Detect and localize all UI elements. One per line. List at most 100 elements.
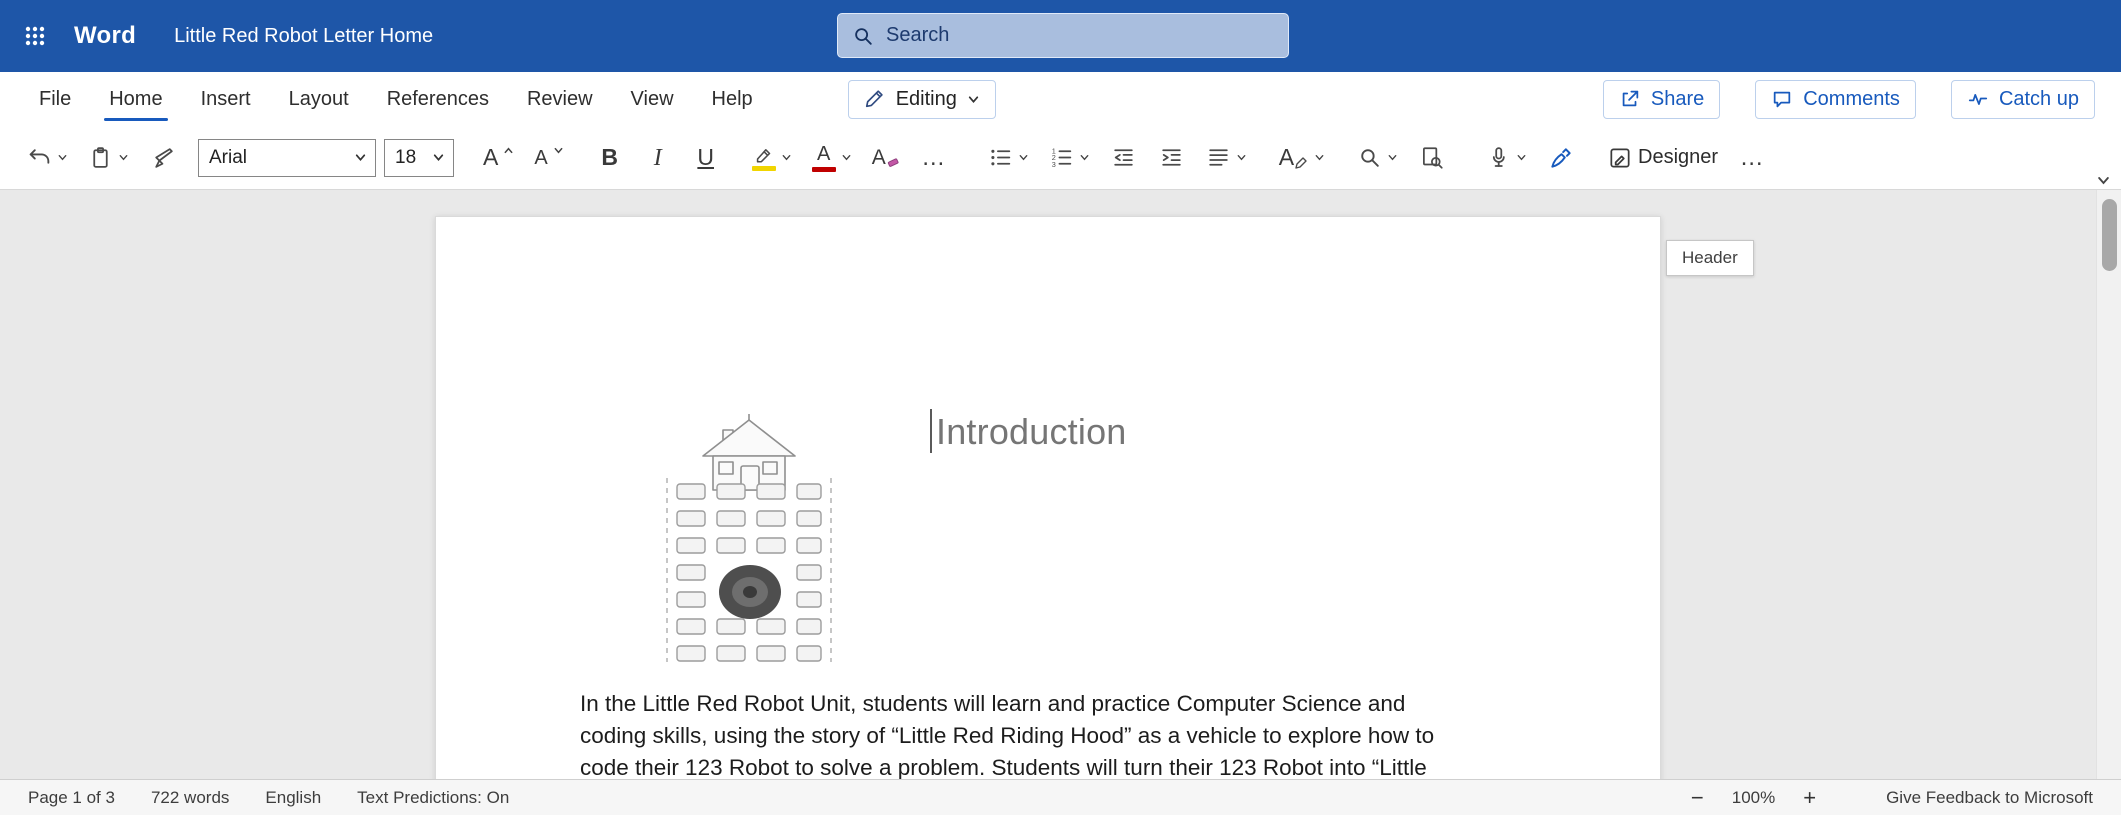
bold-button[interactable]: B bbox=[593, 135, 627, 181]
editing-mode-dropdown[interactable]: Editing bbox=[848, 80, 996, 119]
find-icon bbox=[1357, 145, 1382, 170]
zoom-in-button[interactable]: + bbox=[1803, 787, 1816, 809]
font-color-button[interactable]: A bbox=[809, 135, 855, 181]
font-name-combobox[interactable]: Arial bbox=[198, 139, 376, 177]
comment-icon bbox=[1771, 88, 1793, 110]
font-name-value: Arial bbox=[209, 147, 247, 169]
styles-button[interactable]: A bbox=[1276, 135, 1328, 181]
bold-icon: B bbox=[601, 146, 618, 169]
status-bar: Page 1 of 3 722 words English Text Predi… bbox=[0, 779, 2121, 815]
increase-indent-icon bbox=[1159, 145, 1184, 170]
ellipsis-icon: … bbox=[1740, 146, 1765, 170]
increase-indent-button[interactable] bbox=[1155, 135, 1189, 181]
font-size-combobox[interactable]: 18 bbox=[384, 139, 454, 177]
designer-button[interactable]: Designer bbox=[1604, 135, 1721, 181]
document-page[interactable]: Introduction In the Little Red Robot Uni… bbox=[435, 216, 1661, 779]
editor-pen-icon bbox=[1548, 145, 1574, 171]
catch-up-label: Catch up bbox=[1999, 88, 2079, 111]
document-paragraph[interactable]: In the Little Red Robot Unit, students w… bbox=[580, 688, 1530, 779]
page-count-status[interactable]: Page 1 of 3 bbox=[28, 788, 115, 808]
italic-button[interactable]: I bbox=[641, 135, 675, 181]
alignment-button[interactable] bbox=[1203, 135, 1250, 181]
text-predictions-status[interactable]: Text Predictions: On bbox=[357, 788, 509, 808]
reading-view-button[interactable] bbox=[1415, 135, 1449, 181]
paragraph-line: In the Little Red Robot Unit, students w… bbox=[580, 688, 1530, 720]
italic-icon: I bbox=[654, 146, 662, 170]
tab-help[interactable]: Help bbox=[693, 72, 772, 126]
chevron-down-icon bbox=[781, 152, 792, 163]
pencil-icon bbox=[864, 88, 886, 110]
page-search-icon bbox=[1419, 145, 1445, 171]
undo-button[interactable] bbox=[24, 135, 71, 181]
vertical-scrollbar[interactable] bbox=[2096, 190, 2121, 779]
designer-label: Designer bbox=[1638, 146, 1718, 169]
shrink-font-button[interactable]: A bbox=[531, 135, 566, 181]
chevron-down-icon bbox=[1079, 152, 1090, 163]
paste-button[interactable] bbox=[85, 135, 132, 181]
share-icon bbox=[1619, 88, 1641, 110]
style-pen-icon bbox=[1295, 155, 1309, 169]
underline-icon: U bbox=[697, 146, 714, 169]
tab-view[interactable]: View bbox=[612, 72, 693, 126]
document-title[interactable]: Little Red Robot Letter Home bbox=[174, 25, 433, 48]
search-input[interactable] bbox=[886, 24, 1274, 47]
chevron-down-icon bbox=[1018, 152, 1029, 163]
language-status[interactable]: English bbox=[265, 788, 321, 808]
house-coding-grid-image[interactable] bbox=[661, 414, 837, 664]
decrease-indent-button[interactable] bbox=[1107, 135, 1141, 181]
find-button[interactable] bbox=[1354, 135, 1401, 181]
scrollbar-thumb[interactable] bbox=[2102, 199, 2117, 271]
eraser-icon bbox=[887, 155, 900, 168]
share-button[interactable]: Share bbox=[1603, 80, 1720, 119]
chevron-down-icon bbox=[57, 152, 68, 163]
share-label: Share bbox=[1651, 88, 1704, 111]
tab-review[interactable]: Review bbox=[508, 72, 612, 126]
tab-home[interactable]: Home bbox=[90, 72, 181, 126]
document-heading[interactable]: Introduction bbox=[936, 411, 1127, 453]
comments-button[interactable]: Comments bbox=[1755, 80, 1916, 119]
microphone-icon bbox=[1486, 145, 1511, 170]
editor-button[interactable] bbox=[1544, 135, 1578, 181]
paragraph-line: coding skills, using the story of “Littl… bbox=[580, 720, 1530, 752]
app-name[interactable]: Word bbox=[74, 22, 136, 50]
tab-references[interactable]: References bbox=[368, 72, 508, 126]
align-text-icon bbox=[1206, 145, 1231, 170]
clear-formatting-icon: A bbox=[872, 147, 886, 168]
shrink-font-icon: A bbox=[534, 148, 547, 168]
tab-insert[interactable]: Insert bbox=[182, 72, 270, 126]
collapse-ribbon-chevron[interactable] bbox=[2096, 173, 2111, 188]
ribbon-tabs-row: File Home Insert Layout References Revie… bbox=[0, 72, 2121, 126]
zoom-out-button[interactable]: − bbox=[1691, 787, 1704, 809]
grow-font-button[interactable]: A bbox=[480, 135, 517, 181]
highlighter-icon bbox=[752, 144, 776, 171]
tab-layout[interactable]: Layout bbox=[270, 72, 368, 126]
bullet-list-icon bbox=[988, 145, 1013, 170]
format-painter-button[interactable] bbox=[146, 135, 180, 181]
zoom-level[interactable]: 100% bbox=[1732, 788, 1775, 808]
header-section-tag[interactable]: Header bbox=[1666, 240, 1754, 276]
dictate-button[interactable] bbox=[1483, 135, 1530, 181]
more-font-options-button[interactable]: … bbox=[917, 135, 951, 181]
paragraph-line: code their 123 Robot to solve a problem.… bbox=[580, 752, 1530, 779]
chevron-down-icon bbox=[1314, 152, 1325, 163]
search-box[interactable] bbox=[837, 13, 1289, 58]
document-canvas: Introduction In the Little Red Robot Uni… bbox=[0, 190, 2121, 779]
more-toolbar-options-button[interactable]: … bbox=[1735, 135, 1769, 181]
highlight-color-swatch bbox=[752, 166, 776, 171]
editing-mode-label: Editing bbox=[896, 88, 957, 111]
chevron-down-icon bbox=[841, 152, 852, 163]
catch-up-button[interactable]: Catch up bbox=[1951, 80, 2095, 119]
feedback-link[interactable]: Give Feedback to Microsoft bbox=[1886, 788, 2093, 808]
tab-file[interactable]: File bbox=[20, 72, 90, 126]
clipboard-icon bbox=[88, 145, 113, 170]
text-cursor bbox=[930, 409, 932, 453]
chevron-down-icon bbox=[118, 152, 129, 163]
numbered-list-button[interactable]: 1 2 3 bbox=[1046, 135, 1093, 181]
designer-icon bbox=[1607, 145, 1633, 171]
app-launcher-button[interactable] bbox=[0, 0, 70, 72]
word-count-status[interactable]: 722 words bbox=[151, 788, 229, 808]
highlight-color-button[interactable] bbox=[749, 135, 795, 181]
underline-button[interactable]: U bbox=[689, 135, 723, 181]
clear-formatting-button[interactable]: A bbox=[869, 135, 903, 181]
bullet-list-button[interactable] bbox=[985, 135, 1032, 181]
